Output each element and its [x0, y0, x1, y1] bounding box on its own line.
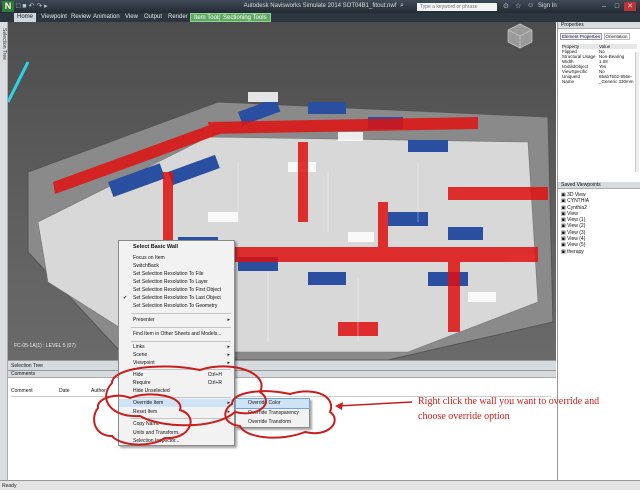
annotation-text: Right click the wall you want to overrid…: [418, 394, 638, 424]
callout-cloud-left: [105, 365, 267, 427]
annotation-line-2: choose override option: [418, 411, 510, 422]
callout-cloud-lower: [93, 393, 192, 446]
annotation-line-1: Right click the wall you want to overrid…: [418, 396, 600, 407]
callout-cloud-right: [224, 390, 336, 439]
annotation-arrow-head: [335, 402, 343, 410]
annotation-arrow-line: [336, 401, 413, 407]
